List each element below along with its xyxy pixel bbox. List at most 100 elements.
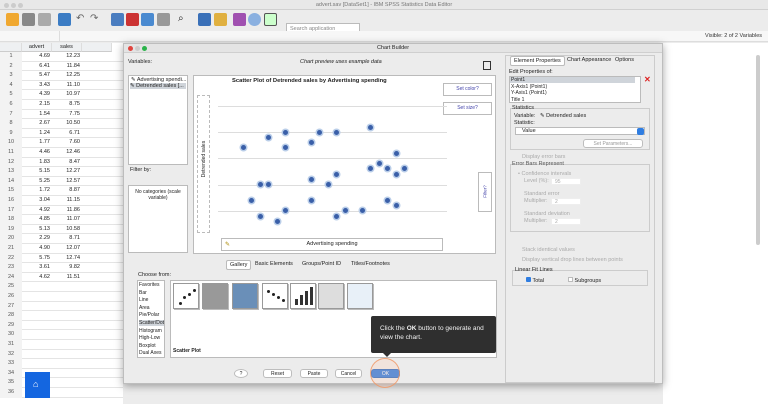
cell-sales[interactable]: 11.84: [52, 62, 82, 71]
set-size-zone[interactable]: Set size?: [443, 102, 492, 115]
row-number[interactable]: 30: [0, 330, 22, 340]
cell-sales[interactable]: 11.86: [52, 206, 82, 215]
multiplier-input[interactable]: 2: [551, 218, 581, 225]
row-number[interactable]: 6: [0, 100, 22, 110]
row-number[interactable]: 20: [0, 234, 22, 244]
chart-type-item[interactable]: Area: [139, 305, 164, 311]
cell-advert[interactable]: 1.24: [22, 129, 52, 138]
std-error-radio[interactable]: Standard error: [524, 191, 559, 197]
cell-advert[interactable]: 3.43: [22, 81, 52, 90]
table-row[interactable]: 24 4.62 11.51: [0, 272, 123, 283]
display-error-bars-checkbox[interactable]: Display error bars: [522, 154, 565, 160]
row-number[interactable]: 32: [0, 349, 22, 360]
row-number[interactable]: 2: [0, 61, 22, 72]
use-sets-icon[interactable]: [248, 13, 261, 26]
table-row[interactable]: 23 3.61 9.82: [0, 263, 123, 273]
table-row[interactable]: 13 5.15 12.27: [0, 167, 123, 177]
tab-titles-footnotes[interactable]: Titles/Footnotes: [348, 260, 393, 268]
row-number[interactable]: 23: [0, 263, 22, 273]
y-axis-drop-zone[interactable]: Detrended sales: [197, 95, 210, 233]
cell-sales[interactable]: 10.97: [52, 90, 82, 99]
cell-sales[interactable]: 11.15: [52, 196, 82, 205]
row-number[interactable]: 28: [0, 311, 22, 321]
cell-sales[interactable]: 12.74: [52, 254, 82, 263]
simple-scatter-icon[interactable]: [173, 283, 199, 309]
table-row[interactable]: 21 4.90 12.07: [0, 244, 123, 254]
table-row[interactable]: 36: [0, 388, 123, 398]
row-number[interactable]: 35: [0, 378, 22, 388]
cell-advert[interactable]: 5.13: [22, 225, 52, 234]
chart-type-item[interactable]: Dual Axes: [139, 350, 164, 356]
table-row[interactable]: 16 3.04 11.15: [0, 196, 123, 206]
level-input[interactable]: 95: [551, 178, 581, 185]
cell-sales[interactable]: 8.87: [52, 186, 82, 195]
tab-gallery[interactable]: Gallery: [226, 260, 252, 270]
run-descriptives-icon[interactable]: [157, 13, 170, 26]
cell-sales[interactable]: 12.57: [52, 177, 82, 186]
row-number[interactable]: 13: [0, 167, 22, 177]
table-row[interactable]: 30: [0, 330, 123, 340]
show-all-variables-icon[interactable]: [264, 13, 277, 26]
redo-icon[interactable]: ↷: [90, 13, 103, 26]
row-number[interactable]: 16: [0, 196, 22, 206]
home-button[interactable]: ⌂: [25, 372, 50, 398]
chart-type-item[interactable]: Line: [139, 297, 164, 303]
table-row[interactable]: 17 4.92 11.86: [0, 205, 123, 216]
column-header[interactable]: [82, 43, 112, 52]
save-icon[interactable]: [22, 13, 35, 26]
chart-type-list[interactable]: Favorites Bar Line Area Pie/Polar Scatter/Dot…: [137, 280, 165, 358]
cell-advert[interactable]: 3.04: [22, 196, 52, 205]
set-parameters-button[interactable]: Set Parameters...: [583, 139, 643, 148]
multiplier-input[interactable]: 2: [551, 198, 581, 205]
row-number[interactable]: 31: [0, 340, 22, 350]
split-file-icon[interactable]: [198, 13, 211, 26]
cell-sales[interactable]: 9.82: [52, 263, 82, 272]
table-row[interactable]: 29: [0, 320, 123, 331]
row-number[interactable]: 3: [0, 71, 22, 81]
chart-type-item[interactable]: Favorites: [139, 282, 164, 288]
table-row[interactable]: 14 5.25 12.57: [0, 176, 123, 187]
cell-sales[interactable]: 11.51: [52, 273, 82, 282]
table-row[interactable]: 22 5.75 12.74: [0, 253, 123, 264]
cell-sales[interactable]: 12.25: [52, 71, 82, 80]
grouped-scatter-icon[interactable]: [262, 283, 288, 309]
cell-sales[interactable]: 11.10: [52, 81, 82, 90]
row-number[interactable]: 34: [0, 368, 22, 379]
set-color-zone[interactable]: Set color?: [443, 83, 492, 96]
cell-advert[interactable]: 1.72: [22, 186, 52, 195]
table-row[interactable]: 7 1.54 7.75: [0, 109, 123, 120]
cell-advert[interactable]: 5.15: [22, 167, 52, 176]
table-row[interactable]: 10 1.77 7.60: [0, 138, 123, 148]
table-row[interactable]: 8 2.67 10.50: [0, 119, 123, 129]
cell-advert[interactable]: 4.62: [22, 273, 52, 282]
cell-sales[interactable]: 8.71: [52, 234, 82, 243]
vertical-scrollbar[interactable]: [756, 55, 760, 245]
row-number[interactable]: 14: [0, 176, 22, 187]
cell-sales[interactable]: 12.46: [52, 148, 82, 157]
table-row[interactable]: 34: [0, 368, 123, 379]
scatter-matrix-icon[interactable]: [232, 283, 258, 309]
chart-type-item[interactable]: Boxplot: [139, 343, 164, 349]
cell-advert[interactable]: 4.69: [22, 52, 52, 61]
chart-type-item[interactable]: High-Low: [139, 335, 164, 341]
row-number[interactable]: 11: [0, 148, 22, 158]
cell-advert[interactable]: 6.41: [22, 62, 52, 71]
tab-chart-appearance[interactable]: Chart Appearance: [564, 56, 614, 64]
row-number[interactable]: 22: [0, 253, 22, 264]
row-number[interactable]: 4: [0, 80, 22, 91]
dialog-zoom-button[interactable]: [142, 46, 147, 51]
print-icon[interactable]: [38, 13, 51, 26]
summary-point-icon[interactable]: [318, 283, 344, 309]
variables-icon[interactable]: [141, 13, 154, 26]
recall-dialog-icon[interactable]: [58, 13, 71, 26]
table-row[interactable]: 28: [0, 311, 123, 321]
row-number[interactable]: 12: [0, 157, 22, 168]
row-number[interactable]: 26: [0, 292, 22, 302]
dialog-minimize-button[interactable]: [135, 46, 140, 51]
cell-advert[interactable]: 4.85: [22, 215, 52, 224]
cell-advert[interactable]: 5.47: [22, 71, 52, 80]
tab-element-properties[interactable]: Element Properties: [510, 56, 565, 66]
stack-values-checkbox[interactable]: Stack identical values: [522, 247, 575, 253]
table-row[interactable]: 12 1.83 8.47: [0, 157, 123, 168]
total-checkbox[interactable]: Total: [526, 277, 544, 284]
